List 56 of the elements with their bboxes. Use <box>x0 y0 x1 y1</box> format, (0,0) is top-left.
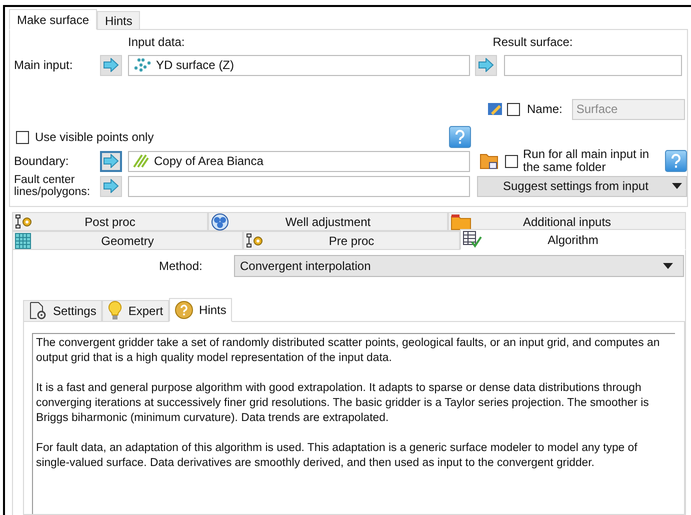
hint-paragraph: For fault data, an adaptation of this algorithm is used. This adaptation is a generic surface modeler to model any type of single-valued surface. Data derivatives are smoothly derived, and then used as input to the convergent gridder. <box>36 441 638 471</box>
hint-paragraph: The convergent gridder take a set of randomly distributed scatter points, geological faults, or an input grid, and computes an output grid that is a high quality model representation of the input data. <box>36 336 661 366</box>
help-icon[interactable] <box>449 126 471 148</box>
dropdown-caret-icon <box>663 263 673 269</box>
result-surface-field[interactable] <box>504 54 682 76</box>
help-circle-icon <box>175 301 194 319</box>
tab[interactable]: Post proc <box>12 212 208 231</box>
tab[interactable]: Geometry <box>12 231 243 250</box>
tab[interactable]: Hints <box>97 11 140 30</box>
tab[interactable]: Make surface <box>9 9 98 30</box>
arrow-right-icon <box>103 179 119 194</box>
input-value: YD surface (Z) <box>156 57 234 74</box>
help-icon[interactable] <box>665 150 687 172</box>
points-icon <box>133 58 151 72</box>
folder-icon <box>480 153 498 170</box>
input-field[interactable]: YD surface (Z) <box>128 54 470 76</box>
tab[interactable]: Expert <box>102 300 170 322</box>
field-label: Main input: <box>14 57 74 74</box>
tab[interactable]: Algorithm <box>460 229 686 250</box>
input-data-label: Input data: <box>128 34 185 52</box>
checkbox-label: Run for all main input in the same folder <box>523 148 650 174</box>
field-label: Fault center lines/polygons: <box>14 174 92 198</box>
tab[interactable]: Additional inputs <box>448 212 686 231</box>
checkbox[interactable] <box>507 102 520 116</box>
method-label: Method: <box>159 258 204 275</box>
folder-icon <box>451 214 471 230</box>
field-label: Boundary: <box>14 153 70 170</box>
input-field[interactable]: Copy of Area Bianca <box>128 150 470 172</box>
dropdown-caret-icon <box>672 183 682 190</box>
tab[interactable]: Pre proc <box>243 231 460 250</box>
spheres-icon <box>211 212 229 230</box>
checkbox[interactable] <box>16 130 29 144</box>
method-dropdown[interactable]: Convergent interpolation <box>234 255 684 277</box>
grid-icon <box>15 232 31 248</box>
hatch-icon <box>133 154 149 168</box>
arrow-right-icon <box>478 58 494 72</box>
hint-paragraph: It is a fast and general purpose algorithm with good extrapolation. It adapts to sparse or dense data distributions through converging iterations at successively finer grid resolutions. The basic gridder is a Taylor series projection. The smoother is Briggs biharmonic (minimum curvature). Data trends are extrapolated. <box>36 381 650 426</box>
tab[interactable]: Well adjustment <box>208 212 448 231</box>
checkbox-label: Use visible points only <box>35 129 154 146</box>
arrow-button[interactable] <box>100 150 122 172</box>
flow-gear-icon <box>15 214 33 230</box>
rename-pencil-icon <box>488 103 502 116</box>
arrow-right-icon <box>103 58 119 72</box>
tab[interactable]: Settings <box>23 300 102 322</box>
flow-gear-icon <box>246 232 264 248</box>
lightbulb-icon <box>108 301 122 321</box>
input-value: Copy of Area Bianca <box>154 153 264 170</box>
checkbox[interactable] <box>505 154 518 168</box>
name-label: Name: <box>527 101 562 118</box>
arrow-right-icon <box>103 154 119 168</box>
suggest-settings-dropdown[interactable]: Suggest settings from input <box>477 176 687 197</box>
tab[interactable]: Hints <box>169 298 232 322</box>
table-check-icon <box>463 230 483 248</box>
input-field[interactable] <box>128 176 470 197</box>
result-surface-label: Result surface: <box>492 34 573 52</box>
page-gear-icon <box>29 302 47 320</box>
